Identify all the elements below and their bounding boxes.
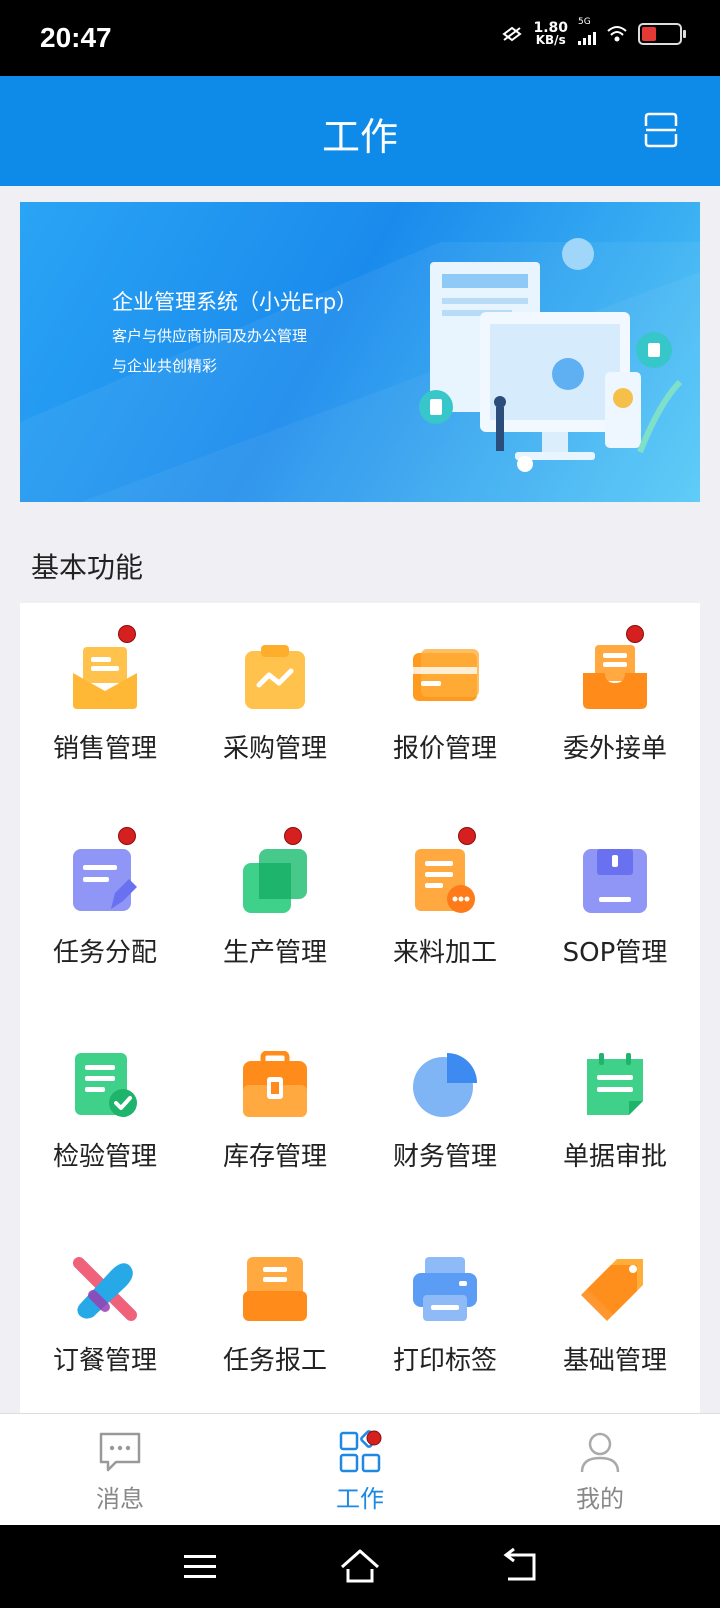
printer-icon: [413, 1257, 477, 1321]
feature-label: 库存管理: [222, 1142, 327, 1172]
feature-label: 生产管理: [222, 938, 327, 968]
dnd-icon: [502, 26, 523, 42]
edit-doc-icon: [73, 849, 137, 911]
wifi-icon: [607, 26, 627, 42]
feature-sop[interactable]: SOP管理: [530, 807, 700, 1011]
app-header: 工作: [0, 76, 720, 186]
feature-grid: 销售管理 采购管理 报价管理 委外接单 任务分配 生产管理 来料加工 SOP管理…: [20, 603, 700, 1413]
inbox-icon: [73, 647, 137, 709]
archive-icon: [243, 1257, 307, 1321]
feature-label: 报价管理: [392, 734, 497, 764]
status-icons: 1.80 KB/s 5G: [501, 17, 686, 47]
feature-material[interactable]: 来料加工: [360, 807, 530, 1011]
feature-label: 采购管理: [222, 734, 327, 764]
feature-production[interactable]: 生产管理: [190, 807, 360, 1011]
feature-label: 来料加工: [392, 938, 497, 968]
status-time: 20:47: [40, 22, 112, 53]
back-icon[interactable]: [498, 1545, 542, 1589]
utensils-icon: [73, 1257, 137, 1321]
network-speed: 1.80 KB/s: [533, 20, 568, 47]
chat-icon: [99, 1432, 141, 1472]
feature-meal[interactable]: 订餐管理: [20, 1215, 190, 1419]
feature-label: 订餐管理: [52, 1346, 157, 1376]
material-badge: [458, 827, 476, 845]
banner-illustration: [20, 238, 700, 502]
system-nav-bar: [0, 1525, 720, 1608]
tab-label: 我的: [576, 1485, 624, 1513]
grid-icon: [339, 1430, 382, 1473]
tab-work[interactable]: 工作: [240, 1414, 480, 1526]
feature-label: 任务报工: [222, 1346, 327, 1376]
feature-approval[interactable]: 单据审批: [530, 1011, 700, 1215]
task-assign-badge: [118, 827, 136, 845]
feature-label: 打印标签: [392, 1346, 497, 1376]
feature-report[interactable]: 任务报工: [190, 1215, 360, 1419]
tab-label: 消息: [96, 1485, 144, 1513]
banner-line-2: 与企业共创精彩: [112, 357, 218, 375]
feature-finance[interactable]: 财务管理: [360, 1011, 530, 1215]
battery-icon: [638, 23, 686, 45]
feature-label: SOP管理: [562, 938, 668, 968]
banner-line-1: 客户与供应商协同及办公管理: [112, 327, 308, 345]
signal-icon: 5G: [578, 17, 596, 45]
user-icon: [580, 1432, 620, 1473]
feature-label: 基础管理: [562, 1346, 667, 1376]
feature-task-assign[interactable]: 任务分配: [20, 807, 190, 1011]
doc-more-icon: [415, 849, 475, 913]
toolbox-icon: [243, 1051, 307, 1117]
feature-label: 检验管理: [52, 1142, 157, 1172]
promo-banner[interactable]: 企业管理系统（小光Erp） 客户与供应商协同及办公管理 与企业共创精彩: [20, 202, 700, 502]
bottom-tab-bar: 消息 工作 我的: [0, 1413, 720, 1526]
floppy-icon: [583, 849, 647, 913]
layers-icon: [243, 849, 307, 913]
feature-label: 单据审批: [562, 1142, 667, 1172]
outsource-badge: [626, 625, 644, 643]
feature-basic[interactable]: 基础管理: [530, 1215, 700, 1419]
status-bar: 20:47 1.80 KB/s 5G: [0, 0, 720, 76]
scan-icon[interactable]: [644, 112, 678, 148]
page-title: 工作: [321, 115, 398, 159]
tab-mine[interactable]: 我的: [480, 1414, 720, 1526]
production-badge: [284, 827, 302, 845]
feature-label: 财务管理: [392, 1142, 497, 1172]
doc-check-icon: [75, 1053, 137, 1117]
feature-print[interactable]: 打印标签: [360, 1215, 530, 1419]
feature-inspection[interactable]: 检验管理: [20, 1011, 190, 1215]
home-icon[interactable]: [338, 1545, 382, 1589]
clipboard-chart-icon: [245, 645, 305, 709]
tag-icon: [581, 1259, 643, 1321]
feature-quote[interactable]: 报价管理: [360, 603, 530, 807]
feature-label: 任务分配: [52, 938, 157, 968]
tab-label: 工作: [336, 1485, 384, 1513]
note-icon: [587, 1053, 643, 1115]
tray-icon: [583, 645, 647, 709]
tab-messages[interactable]: 消息: [0, 1414, 240, 1526]
banner-title: 企业管理系统（小光Erp）: [112, 290, 358, 314]
feature-sales[interactable]: 销售管理: [20, 603, 190, 807]
feature-label: 销售管理: [52, 734, 157, 764]
menu-icon[interactable]: [178, 1545, 222, 1589]
card-icon: [413, 649, 479, 701]
section-title: 基本功能: [31, 551, 144, 584]
feature-outsource[interactable]: 委外接单: [530, 603, 700, 807]
feature-inventory[interactable]: 库存管理: [190, 1011, 360, 1215]
feature-label: 委外接单: [562, 734, 667, 764]
pie-icon: [413, 1053, 477, 1117]
feature-purchase[interactable]: 采购管理: [190, 603, 360, 807]
sales-badge: [118, 625, 136, 643]
